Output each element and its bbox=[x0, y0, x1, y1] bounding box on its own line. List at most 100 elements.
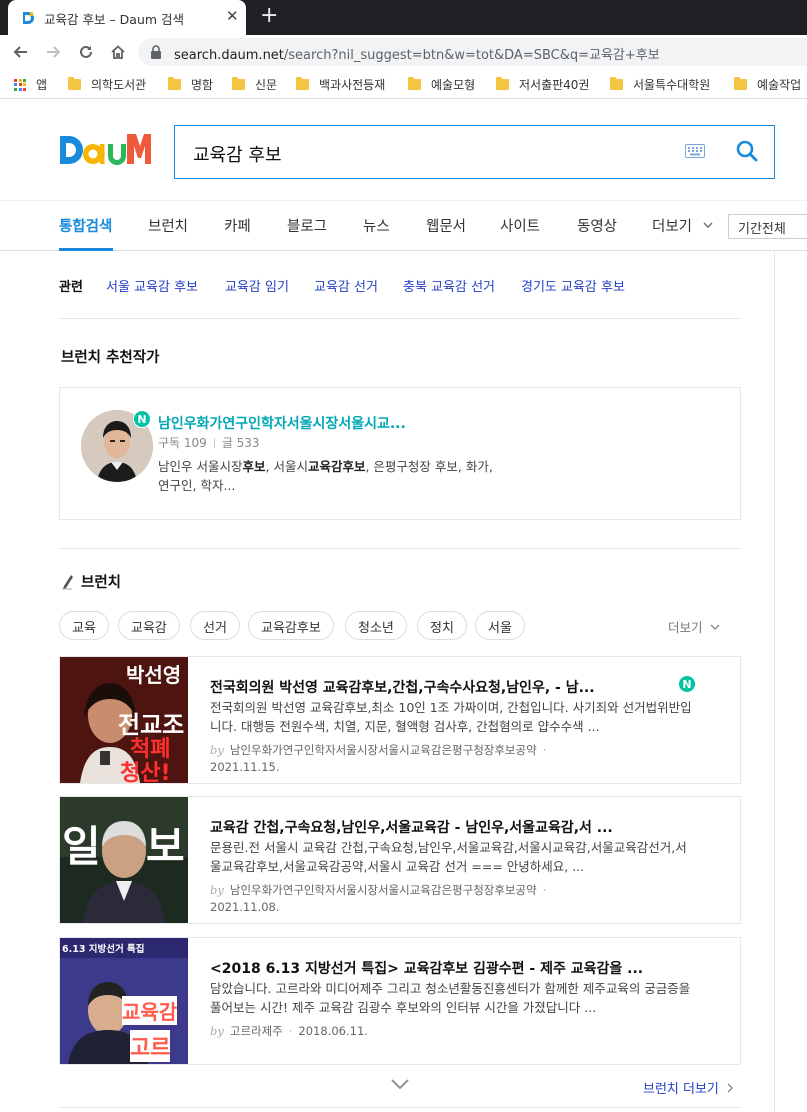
bookmark-label: 앱 bbox=[36, 78, 48, 92]
brunch-more-link[interactable]: 브런치 더보기 bbox=[643, 1078, 734, 1097]
post-author[interactable]: 남인우화가연구인학자서울시장서울시교육감은평구청장후보공약 bbox=[230, 883, 537, 897]
period-select[interactable]: 기간전체 bbox=[728, 214, 807, 239]
search-input[interactable]: 교육감 후보 bbox=[193, 141, 282, 167]
daum-favicon-icon bbox=[20, 10, 36, 26]
related-link[interactable]: 경기도 교육감 후보 bbox=[521, 276, 625, 295]
post-thumbnail[interactable]: 일 보 bbox=[60, 797, 188, 923]
column-divider bbox=[774, 251, 775, 1112]
thumb-text: 보 bbox=[146, 822, 185, 871]
bookmark-label: 의학도서관 bbox=[91, 78, 147, 92]
bookmarks-bar: 앱 의학도서관 명함 신문 백과사전등재 예술모형 저서출판40권 서울특수대학… bbox=[0, 69, 807, 99]
bookmark-folder[interactable]: 명함 bbox=[168, 76, 213, 93]
omnibox[interactable]: search.daum.net/search?nil_suggest=btn&w… bbox=[138, 38, 807, 66]
address-bar-row: search.daum.net/search?nil_suggest=btn&w… bbox=[0, 35, 807, 69]
daum-logo[interactable] bbox=[58, 132, 152, 168]
forward-icon[interactable] bbox=[42, 41, 64, 63]
post-date: 2021.11.08. bbox=[210, 900, 280, 914]
tab-more-label: 더보기 bbox=[652, 219, 693, 235]
home-icon[interactable] bbox=[107, 41, 129, 63]
tab-news[interactable]: 뉴스 bbox=[363, 215, 390, 236]
folder-icon bbox=[496, 77, 509, 90]
bookmark-folder[interactable]: 의학도서관 bbox=[68, 76, 146, 93]
bookmark-label: 예술모형 bbox=[431, 78, 476, 92]
bookmark-label: 서울특수대학원 bbox=[633, 78, 711, 92]
tab-video[interactable]: 동영상 bbox=[577, 215, 617, 236]
brunch-title: 브런치 bbox=[81, 575, 122, 591]
apps-grid-icon bbox=[14, 78, 26, 91]
bookmark-apps[interactable]: 앱 bbox=[14, 76, 47, 93]
url-text[interactable]: search.daum.net/search?nil_suggest=btn&w… bbox=[174, 44, 660, 63]
tag-chip[interactable]: 교육감후보 bbox=[248, 611, 334, 640]
post-snippet: 전국회의원 박선영 교육감후보,최소 10인 1조 가짜이며, 간첩입니다. 사… bbox=[210, 700, 692, 734]
tag-chip[interactable]: 서울 bbox=[475, 611, 525, 640]
tab-blog[interactable]: 블로그 bbox=[287, 215, 327, 236]
thumb-text: 박선영 bbox=[126, 663, 182, 687]
tab-web[interactable]: 웹문서 bbox=[426, 215, 466, 236]
related-link[interactable]: 서울 교육감 후보 bbox=[106, 276, 198, 295]
browser-tab[interactable]: 교육감 후보 – Daum 검색 ✕ bbox=[8, 0, 246, 35]
subscriber-count: 구독 109 bbox=[158, 436, 207, 450]
post-title[interactable]: <2018 6.13 지방선거 특집> 교육감후보 김광수편 - 제주 교육감을… bbox=[210, 958, 670, 978]
chevron-down-icon bbox=[710, 624, 719, 630]
related-link[interactable]: 충북 교육감 선거 bbox=[403, 276, 495, 295]
bookmark-folder[interactable]: 백과사전등재 bbox=[296, 76, 385, 93]
folder-icon bbox=[610, 77, 623, 90]
tag-chip[interactable]: 선거 bbox=[190, 611, 240, 640]
brunch-post[interactable]: 6.13 지방선거 특집 교육감 고르 <2018 6.13 지방선거 특집> … bbox=[59, 937, 741, 1065]
writer-name[interactable]: 남인우화가연구인학자서울시장서울시교... bbox=[158, 413, 406, 433]
post-snippet: 문용린.전 서울시 교육감 간첩,구속요청,남인우,서울교육감,서울시교육감,서… bbox=[210, 840, 687, 874]
tag-chip[interactable]: 정치 bbox=[417, 611, 467, 640]
search-icon[interactable] bbox=[735, 139, 759, 163]
post-author[interactable]: 남인우화가연구인학자서울시장서울시교육감은평구청장후보공약 bbox=[230, 743, 537, 757]
tab-more[interactable]: 더보기 bbox=[652, 215, 713, 236]
post-meta: by 남인우화가연구인학자서울시장서울시교육감은평구청장후보공약 · bbox=[210, 743, 547, 757]
post-meta: by 남인우화가연구인학자서울시장서울시교육감은평구청장후보공약 · bbox=[210, 883, 547, 897]
chevron-right-icon bbox=[727, 1083, 733, 1093]
tag-chip[interactable]: 교육감 bbox=[118, 611, 180, 640]
post-title[interactable]: 전국회의원 박선영 교육감후보,간첩,구속수사요청,남인우, - 남... bbox=[210, 677, 670, 697]
lock-icon[interactable] bbox=[150, 45, 162, 59]
more-tags-button[interactable]: 더보기 bbox=[668, 617, 720, 636]
bookmark-label: 신문 bbox=[255, 78, 278, 92]
new-tab-icon[interactable]: + bbox=[260, 4, 278, 28]
search-box[interactable]: 교육감 후보 bbox=[174, 125, 775, 179]
related-link[interactable]: 교육감 선거 bbox=[314, 276, 378, 295]
divider bbox=[59, 1107, 741, 1108]
tab-brunch[interactable]: 브런치 bbox=[148, 215, 188, 236]
bookmark-folder[interactable]: 신문 bbox=[232, 76, 277, 93]
brunch-section-title: 브런치 bbox=[61, 571, 121, 592]
search-tab-nav: 통합검색 브런치 카페 블로그 뉴스 웹문서 사이트 동영상 더보기 기간전체 bbox=[0, 200, 807, 251]
thumb-text: 청산! bbox=[120, 761, 171, 783]
post-title[interactable]: 교육감 간첩,구속요청,남인우,서울교육감 - 남인우,서울교육감,서 ... bbox=[210, 817, 670, 837]
expand-chevron-icon[interactable] bbox=[390, 1078, 410, 1090]
tag-chip[interactable]: 청소년 bbox=[345, 611, 407, 640]
brunch-post[interactable]: 일 보 교육감 간첩,구속요청,남인우,서울교육감 - 남인우,서울교육감,서 … bbox=[59, 796, 741, 924]
post-count: 글 533 bbox=[221, 436, 260, 450]
post-author[interactable]: 고르라제주 bbox=[230, 1024, 283, 1038]
writer-card[interactable]: N 남인우화가연구인학자서울시장서울시교... 구독 109 글 533 남인우 … bbox=[59, 387, 741, 520]
bookmark-folder[interactable]: 예술작업 bbox=[734, 76, 801, 93]
brunch-post[interactable]: 박선영 전교조 척폐 청산! 전국회의원 박선영 교육감후보,간첩,구속수사요청… bbox=[59, 656, 741, 784]
thumb-text: 6.13 지방선거 특집 bbox=[62, 944, 145, 955]
bookmark-label: 저서출판40권 bbox=[519, 78, 590, 92]
writer-description: 남인우 서울시장후보, 서울시교육감후보, 은평구청장 후보, 화가, 연구인,… bbox=[158, 459, 493, 493]
reload-icon[interactable] bbox=[75, 41, 97, 63]
bookmark-folder[interactable]: 저서출판40권 bbox=[496, 76, 589, 93]
tab-all[interactable]: 통합검색 bbox=[59, 215, 112, 236]
writer-section-title: 브런치 추천작가 bbox=[61, 350, 160, 366]
tab-close-icon[interactable]: ✕ bbox=[226, 7, 239, 25]
tag-chip[interactable]: 교육 bbox=[59, 611, 109, 640]
keyboard-icon[interactable] bbox=[685, 144, 705, 158]
post-thumbnail[interactable]: 박선영 전교조 척폐 청산! bbox=[60, 657, 188, 783]
tab-cafe[interactable]: 카페 bbox=[224, 215, 251, 236]
related-link[interactable]: 교육감 임기 bbox=[225, 276, 289, 295]
writer-stats: 구독 109 글 533 bbox=[158, 434, 260, 451]
bookmark-folder[interactable]: 예술모형 bbox=[408, 76, 475, 93]
bookmark-folder[interactable]: 서울특수대학원 bbox=[610, 76, 710, 93]
post-date: 2018.06.11. bbox=[298, 1024, 368, 1038]
tab-site[interactable]: 사이트 bbox=[500, 215, 540, 236]
folder-icon bbox=[734, 77, 747, 90]
post-thumbnail[interactable]: 6.13 지방선거 특집 교육감 고르 bbox=[60, 938, 188, 1064]
back-icon[interactable] bbox=[10, 41, 32, 63]
folder-icon bbox=[296, 77, 309, 90]
